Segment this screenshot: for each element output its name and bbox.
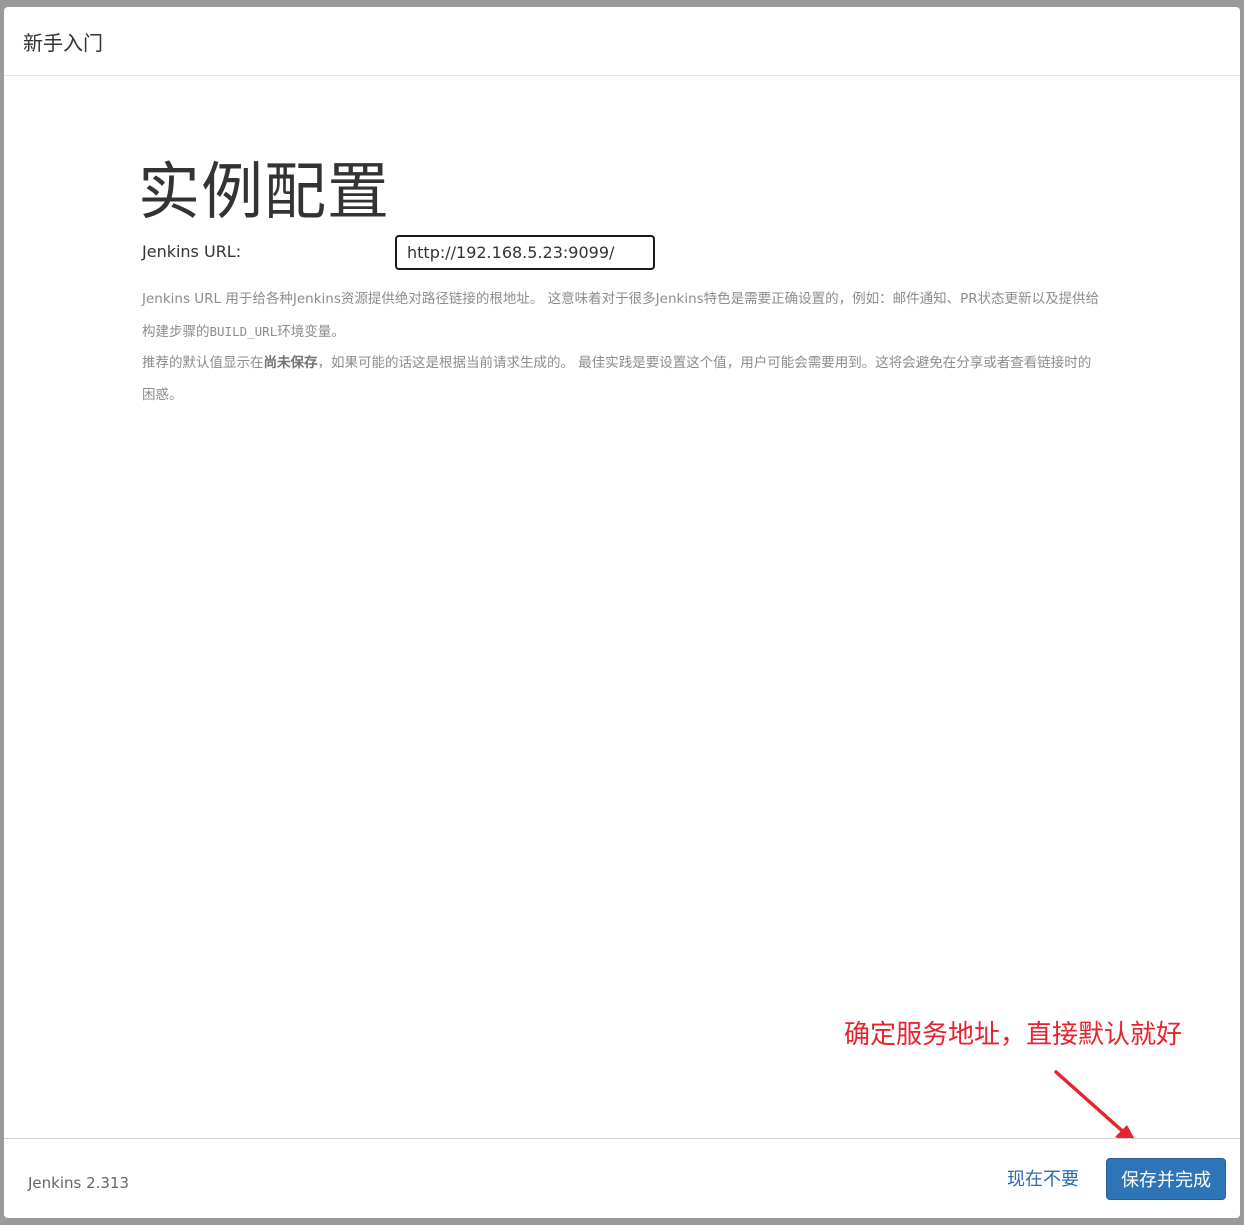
annotation-note: 确定服务地址，直接默认就好 (844, 1020, 1183, 1050)
setup-wizard-dialog: 新手入门 实例配置 Jenkins URL: Jenkins URL 用于给各种… (4, 7, 1240, 1218)
jenkins-version: Jenkins 2.313 (28, 1174, 130, 1192)
jenkins-url-input[interactable] (395, 235, 655, 270)
help-paragraph-2: 推荐的默认值显示在尚未保存，如果可能的话这是根据当前请求生成的。 最佳实践是要设… (142, 348, 1102, 411)
dialog-title: 新手入门 (23, 31, 103, 55)
save-and-finish-button[interactable]: 保存并完成 (1106, 1158, 1226, 1200)
page-title: 实例配置 (138, 155, 391, 228)
not-saved-emphasis: 尚未保存 (263, 355, 318, 371)
build-url-code: BUILD_URL (209, 323, 278, 339)
skip-button[interactable]: 现在不要 (1007, 1167, 1079, 1193)
dialog-footer: Jenkins 2.313 现在不要 保存并完成 (4, 1138, 1240, 1218)
help-text-1b: 环境变量。 (277, 323, 345, 340)
dialog-body: 实例配置 Jenkins URL: Jenkins URL 用于给各种Jenki… (4, 76, 1240, 1139)
jenkins-url-label: Jenkins URL: (142, 242, 242, 261)
help-paragraph-1: Jenkins URL 用于给各种Jenkins资源提供绝对路径链接的根地址。 … (142, 284, 1102, 348)
help-text-2a: 推荐的默认值显示在 (142, 355, 264, 371)
help-text: Jenkins URL 用于给各种Jenkins资源提供绝对路径链接的根地址。 … (142, 284, 1102, 411)
dialog-header: 新手入门 (4, 7, 1240, 76)
